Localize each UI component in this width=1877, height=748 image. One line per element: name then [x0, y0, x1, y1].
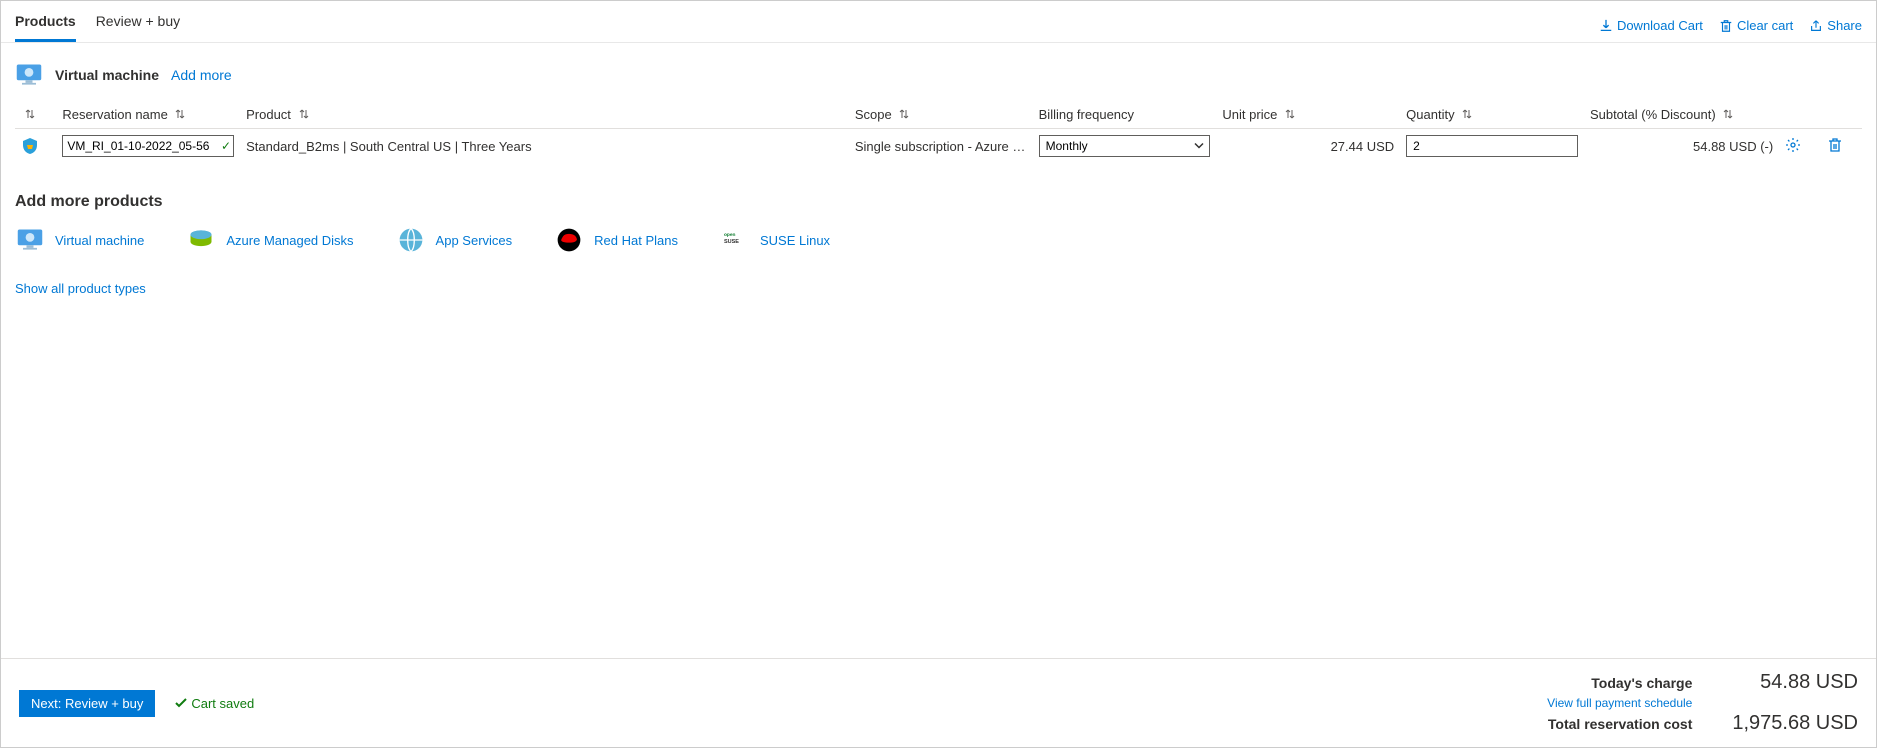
- svg-text:SUSE: SUSE: [724, 239, 739, 245]
- shield-cart-icon: [21, 137, 39, 155]
- vm-icon: [15, 225, 45, 255]
- clear-cart-button[interactable]: Clear cart: [1719, 18, 1793, 33]
- product-app-services[interactable]: App Services: [396, 225, 513, 255]
- download-cart-button[interactable]: Download Cart: [1599, 18, 1703, 33]
- share-label: Share: [1827, 18, 1862, 33]
- tab-products[interactable]: Products: [15, 9, 76, 42]
- check-icon: [175, 697, 187, 709]
- settings-button[interactable]: [1785, 137, 1801, 153]
- view-payment-schedule-link[interactable]: View full payment schedule: [1547, 696, 1692, 710]
- quantity-input[interactable]: [1406, 135, 1578, 157]
- sort-icon: [25, 107, 35, 122]
- section-title: Virtual machine: [55, 67, 159, 83]
- col-name-label: Reservation name: [62, 107, 168, 122]
- suse-icon: openSUSE: [720, 225, 750, 255]
- product-red-hat[interactable]: Red Hat Plans: [554, 225, 678, 255]
- clear-cart-label: Clear cart: [1737, 18, 1793, 33]
- tab-review-buy[interactable]: Review + buy: [96, 9, 180, 42]
- total-reservation-cost-label: Total reservation cost: [1547, 716, 1692, 732]
- sort-icon: [299, 107, 309, 122]
- col-qty-label: Quantity: [1406, 107, 1454, 122]
- disks-icon: [186, 225, 216, 255]
- next-review-buy-button[interactable]: Next: Review + buy: [19, 690, 155, 717]
- check-icon: ✓: [221, 139, 231, 153]
- app-services-icon: [396, 225, 426, 255]
- billing-frequency-select[interactable]: [1039, 135, 1211, 157]
- col-billing-frequency: Billing frequency: [1033, 101, 1217, 129]
- trash-icon: [1719, 19, 1733, 33]
- download-icon: [1599, 19, 1613, 33]
- col-subtotal-label: Subtotal (% Discount): [1590, 107, 1716, 122]
- col-scope[interactable]: Scope: [849, 101, 1033, 129]
- table-row: ✓ Standard_B2ms | South Central US | Thr…: [15, 129, 1862, 164]
- col-freq-label: Billing frequency: [1039, 107, 1134, 122]
- content-area: Virtual machine Add more Reservation nam…: [1, 43, 1876, 658]
- product-suse-linux[interactable]: openSUSE SUSE Linux: [720, 225, 830, 255]
- tabs: Products Review + buy: [15, 9, 180, 42]
- subtotal-cell: 54.88 USD (-): [1584, 129, 1779, 164]
- cart-saved-label: Cart saved: [191, 696, 254, 711]
- show-all-product-types-link[interactable]: Show all product types: [15, 281, 146, 296]
- unit-price-cell: 27.44 USD: [1216, 129, 1400, 164]
- total-reservation-cost-value: 1,975.68 USD: [1732, 712, 1858, 735]
- sort-icon: [1723, 107, 1733, 122]
- col-scope-label: Scope: [855, 107, 892, 122]
- col-reorder[interactable]: [15, 101, 56, 129]
- col-product[interactable]: Product: [240, 101, 849, 129]
- svg-text:open: open: [724, 233, 736, 238]
- download-cart-label: Download Cart: [1617, 18, 1703, 33]
- product-managed-disks[interactable]: Azure Managed Disks: [186, 225, 353, 255]
- col-quantity[interactable]: Quantity: [1400, 101, 1584, 129]
- delete-button[interactable]: [1827, 137, 1843, 153]
- todays-charge-value: 54.88 USD: [1732, 671, 1858, 694]
- col-reservation-name[interactable]: Reservation name: [56, 101, 240, 129]
- col-subtotal[interactable]: Subtotal (% Discount): [1584, 101, 1779, 129]
- vm-icon: [15, 61, 43, 89]
- totals: Today's charge 54.88 USD View full payme…: [1547, 671, 1858, 735]
- product-type-list: Virtual machine Azure Managed Disks App …: [15, 225, 1862, 255]
- col-unit-label: Unit price: [1222, 107, 1277, 122]
- sort-icon: [899, 107, 909, 122]
- todays-charge-label: Today's charge: [1547, 675, 1692, 691]
- top-bar: Products Review + buy Download Cart Clea…: [1, 1, 1876, 43]
- scope-cell: Single subscription - Azure P...: [849, 129, 1033, 164]
- sort-icon: [1462, 107, 1472, 122]
- section-header: Virtual machine Add more: [15, 61, 1862, 89]
- product-virtual-machine[interactable]: Virtual machine: [15, 225, 144, 255]
- reservations-table: Reservation name Product Scope Billing f…: [15, 101, 1862, 163]
- product-label: Red Hat Plans: [594, 233, 678, 248]
- share-button[interactable]: Share: [1809, 18, 1862, 33]
- reservation-name-input[interactable]: [62, 135, 234, 157]
- product-label: Azure Managed Disks: [226, 233, 353, 248]
- footer-bar: Next: Review + buy Cart saved Today's ch…: [1, 658, 1876, 747]
- product-label: App Services: [436, 233, 513, 248]
- cart-saved-status: Cart saved: [175, 696, 254, 711]
- product-label: SUSE Linux: [760, 233, 830, 248]
- share-icon: [1809, 19, 1823, 33]
- col-unit-price[interactable]: Unit price: [1216, 101, 1400, 129]
- sort-icon: [1285, 107, 1295, 122]
- red-hat-icon: [554, 225, 584, 255]
- sort-icon: [175, 107, 185, 122]
- product-label: Virtual machine: [55, 233, 144, 248]
- top-actions: Download Cart Clear cart Share: [1599, 18, 1862, 33]
- add-more-link[interactable]: Add more: [171, 67, 232, 83]
- product-cell: Standard_B2ms | South Central US | Three…: [240, 129, 849, 164]
- gear-icon: [1785, 137, 1801, 153]
- table-header-row: Reservation name Product Scope Billing f…: [15, 101, 1862, 129]
- trash-icon: [1827, 137, 1843, 153]
- add-more-products-title: Add more products: [15, 193, 1862, 211]
- col-product-label: Product: [246, 107, 291, 122]
